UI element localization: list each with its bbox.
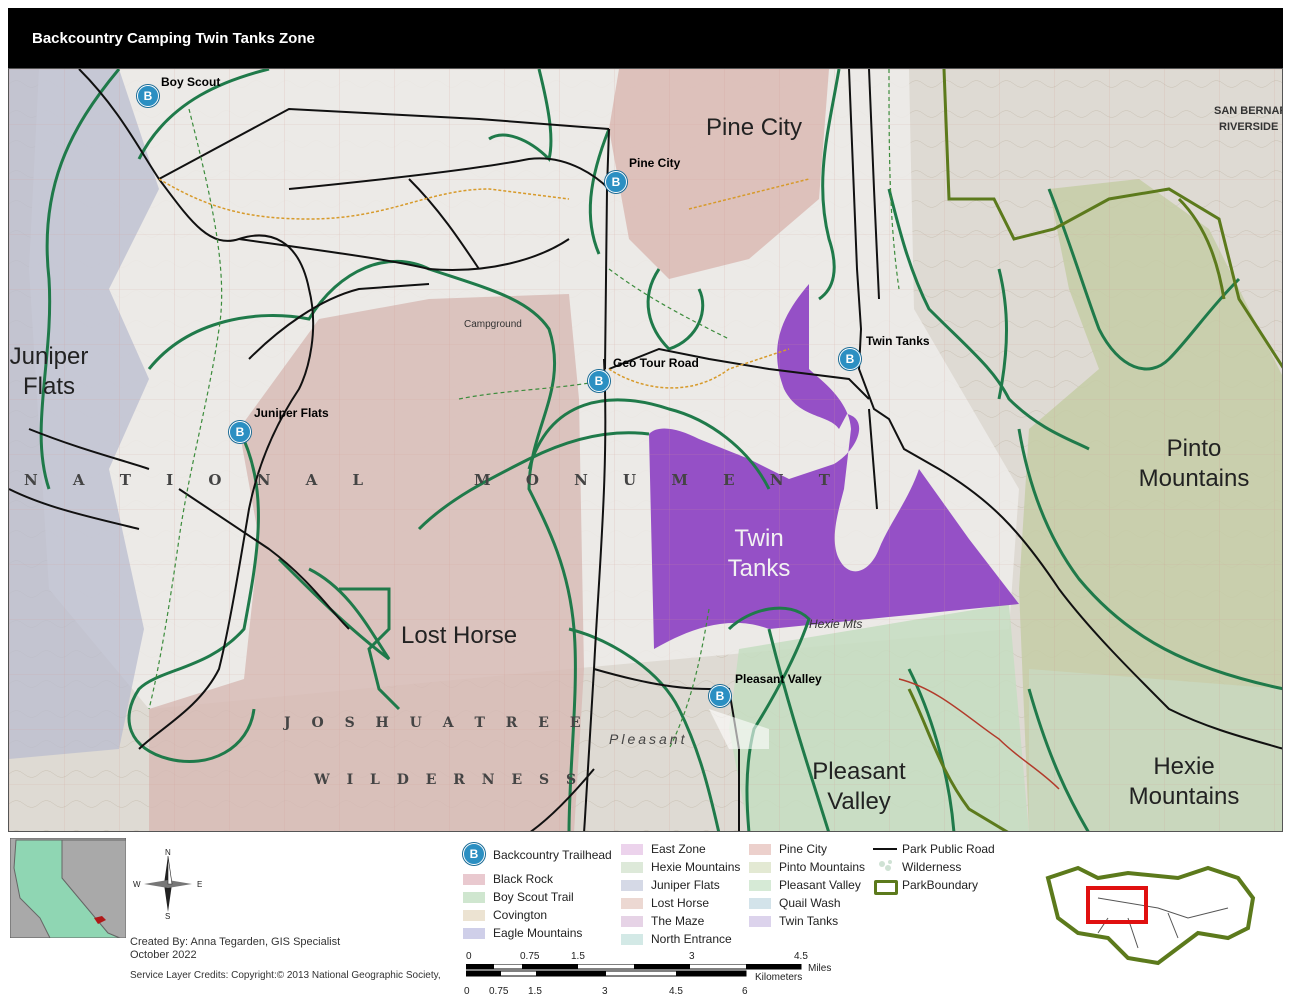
scale-km-unit: Kilometers (755, 972, 802, 983)
legend-swatch-hexie-mountains (621, 862, 643, 873)
legend-label-quail-wash: Quail Wash (779, 896, 841, 910)
scale-km-0: 0 (464, 986, 470, 997)
title-bar: Backcountry Camping Twin Tanks Zone (8, 8, 1283, 68)
compass-n: N (165, 848, 171, 857)
trailhead-icon-twin-tanks[interactable]: B (839, 348, 861, 370)
compass-e: E (197, 880, 202, 889)
legend-label-twin-tanks: Twin Tanks (779, 914, 838, 928)
legend-swatch-the-maze (621, 916, 643, 927)
legend-road-line (873, 848, 897, 850)
scale-mi-unit: Miles (808, 963, 831, 974)
zone-label-juniper-flats: Juniper Flats (9, 342, 89, 402)
map-frame[interactable]: Pine City Juniper Flats Twin Tanks Lost … (8, 68, 1283, 832)
scale-mi-0: 0 (466, 951, 472, 962)
scale-km-15: 1.5 (528, 986, 542, 997)
zone-label-lost-horse: Lost Horse (401, 621, 517, 651)
legend-trailhead-label: Backcountry Trailhead (493, 848, 612, 862)
park-locator-map (1038, 838, 1268, 973)
trailhead-icon-boy-scout[interactable]: B (137, 85, 159, 107)
legend-swatch-black-rock (463, 874, 485, 885)
trailhead-label-geo-tour-road: Geo Tour Road (613, 356, 699, 370)
credit-service: Service Layer Credits: Copyright:© 2013 … (130, 970, 441, 981)
trailhead-icon-pine-city[interactable]: B (605, 171, 627, 193)
legend-swatch-north-entrance (621, 934, 643, 945)
legend-label-hexie-mountains: Hexie Mountains (651, 860, 740, 874)
legend-park-boundary-swatch (874, 880, 898, 895)
zone-label-twin-tanks: Twin Tanks (719, 524, 799, 584)
compass-s: S (165, 912, 170, 921)
zone-label-pinto-mountains: Pinto Mountains (1124, 434, 1264, 494)
legend-label-park-boundary: ParkBoundary (902, 878, 978, 892)
compass-w: W (133, 880, 141, 889)
legend-trailhead-icon: B (463, 843, 485, 865)
trailhead-label-pleasant-valley: Pleasant Valley (735, 672, 822, 686)
legend-label-the-maze: The Maze (651, 914, 704, 928)
county-label-san-bernardino: SAN BERNARDINO (1214, 105, 1283, 117)
trailhead-icon-geo-tour-road[interactable]: B (588, 370, 610, 392)
credit-created-by: Created By: Anna Tegarden, GIS Specialis… (130, 936, 340, 948)
zone-label-pleasant-valley: Pleasant Valley (799, 757, 919, 817)
trailhead-label-twin-tanks: Twin Tanks (866, 334, 930, 348)
legend-swatch-pleasant-valley (749, 880, 771, 891)
basemap-word-monument: M O N U M E N T (474, 471, 845, 489)
legend-swatch-pine-city (749, 844, 771, 855)
campground-label: Campground (464, 319, 522, 330)
legend-label-black-rock: Black Rock (493, 872, 553, 886)
legend-label-east-zone: East Zone (651, 842, 706, 856)
scale-km-45: 4.5 (669, 986, 683, 997)
california-inset-map (10, 838, 126, 938)
trailhead-label-pine-city: Pine City (629, 156, 680, 170)
basemap-word-national: N A T I O N A L (24, 471, 378, 489)
north-arrow-icon (138, 848, 198, 920)
scale-mi-075: 0.75 (520, 951, 539, 962)
basemap-word-joshua-tree: J O S H U A T R E E (284, 715, 589, 731)
legend-label-lost-horse: Lost Horse (651, 896, 709, 910)
legend-label-eagle-mountains: Eagle Mountains (493, 926, 582, 940)
legend-area: N S E W Created By: Anna Tegarden, GIS S… (8, 832, 1283, 1002)
credit-date: October 2022 (130, 949, 197, 961)
pleasant-basemap-label: Pleasant (609, 731, 687, 747)
legend-swatch-boy-scout-trail (463, 892, 485, 903)
legend-swatch-covington (463, 910, 485, 921)
hexie-mts-label: Hexie Mts (809, 617, 862, 631)
scale-km-075: 0.75 (489, 986, 508, 997)
legend-swatch-eagle-mountains (463, 928, 485, 939)
legend-label-north-entrance: North Entrance (651, 932, 732, 946)
legend-label-pine-city: Pine City (779, 842, 827, 856)
zone-label-hexie-mountains: Hexie Mountains (1114, 752, 1254, 812)
trailhead-icon-juniper-flats[interactable]: B (229, 421, 251, 443)
scale-mi-45: 4.5 (794, 951, 808, 962)
basemap-svg (9, 69, 1283, 832)
legend-label-pinto-mountains: Pinto Mountains (779, 860, 865, 874)
legend-label-wilderness: Wilderness (902, 860, 961, 874)
legend-swatch-pinto-mountains (749, 862, 771, 873)
map-title: Backcountry Camping Twin Tanks Zone (32, 30, 315, 47)
trailhead-label-juniper-flats: Juniper Flats (254, 406, 329, 420)
scale-mi-3: 3 (689, 951, 695, 962)
legend-label-boy-scout-trail: Boy Scout Trail (493, 890, 574, 904)
legend-swatch-juniper-flats (621, 880, 643, 891)
legend-label-covington: Covington (493, 908, 547, 922)
scale-mi-15: 1.5 (571, 951, 585, 962)
legend-swatch-quail-wash (749, 898, 771, 909)
basemap-word-wilderness: W I L D E R N E S S (314, 772, 582, 788)
legend-label-juniper-flats: Juniper Flats (651, 878, 720, 892)
legend-swatch-twin-tanks (749, 916, 771, 927)
county-label-riverside: RIVERSIDE (1219, 121, 1278, 133)
scale-km-3: 3 (602, 986, 608, 997)
trailhead-label-boy-scout: Boy Scout (161, 75, 220, 89)
legend-swatch-lost-horse (621, 898, 643, 909)
wilderness-icon (876, 858, 896, 874)
trailhead-icon-pleasant-valley[interactable]: B (709, 685, 731, 707)
zone-label-pine-city: Pine City (706, 113, 802, 143)
legend-swatch-east-zone (621, 844, 643, 855)
legend-label-park-public-road: Park Public Road (902, 842, 995, 856)
legend-label-pleasant-valley: Pleasant Valley (779, 878, 861, 892)
scale-km-6: 6 (742, 986, 748, 997)
